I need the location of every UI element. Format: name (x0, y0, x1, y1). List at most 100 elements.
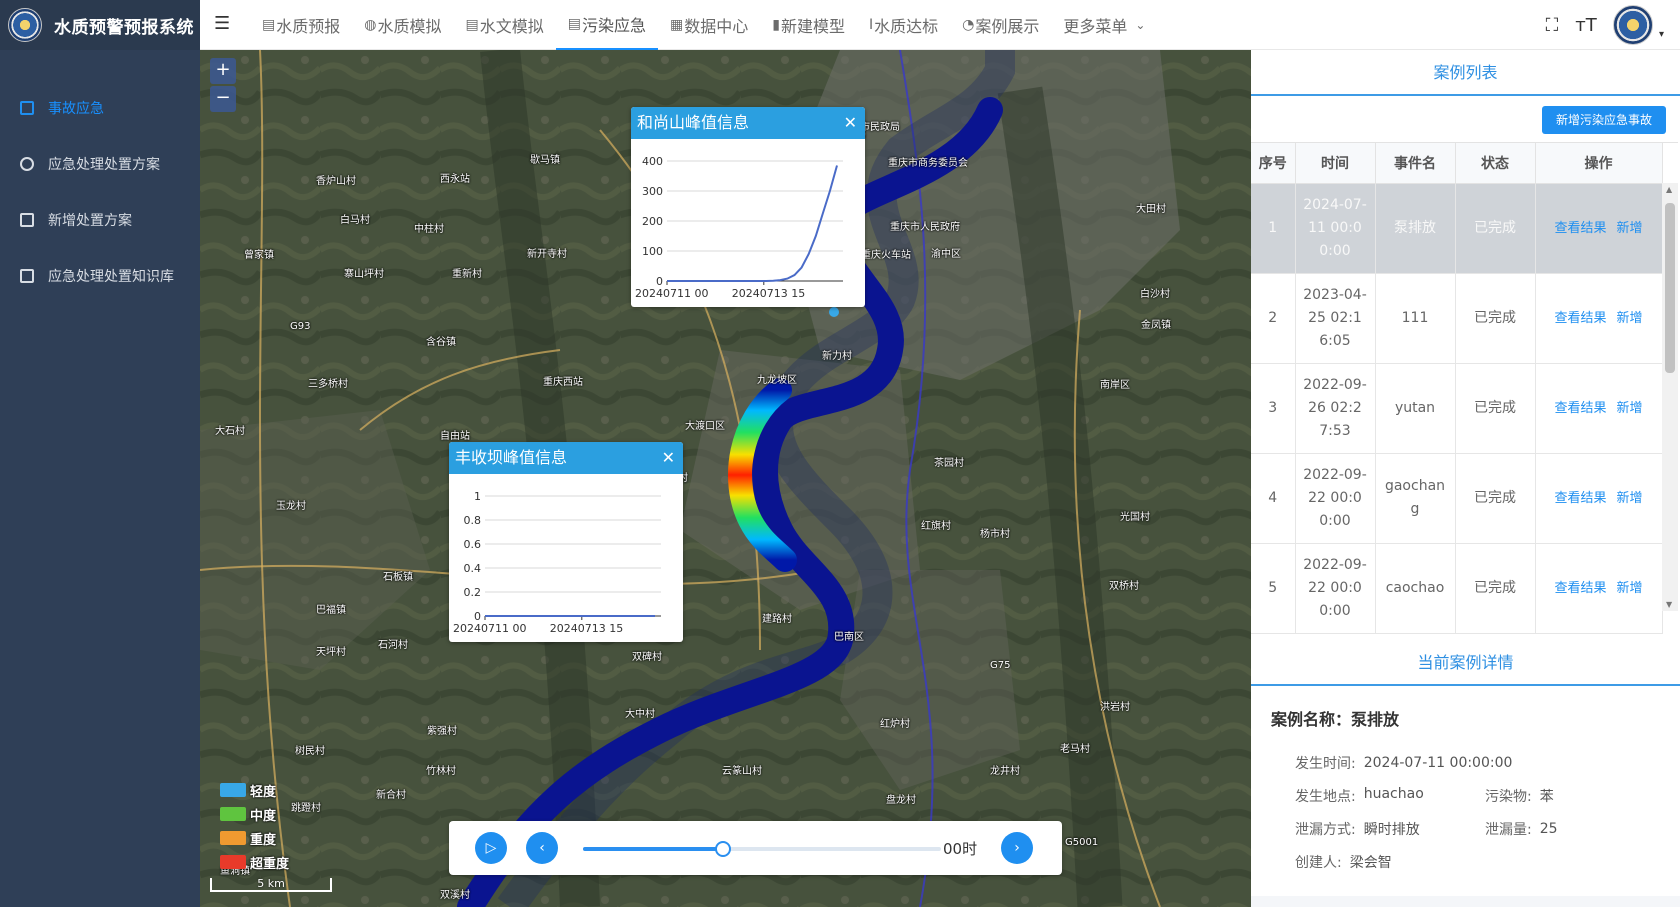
severity-legend: 轻度 中度 重度 超重度 (220, 778, 289, 874)
case-list-section: 案例列表 新增污染应急事故 序号 时间 事件名 状态 操作 1 2024-07-11 00… (1251, 50, 1680, 640)
letter-icon: Ⅰ (868, 17, 874, 33)
time-slider[interactable] (583, 841, 941, 857)
add-link[interactable]: 新增 (1617, 401, 1643, 416)
cell-actions: 查看结果 新增 (1535, 543, 1663, 634)
zoom-in-button[interactable]: + (210, 58, 236, 84)
popup-title: 丰收坝峰值信息 (455, 448, 568, 467)
map[interactable]: + − 双碑村重庆市规划和自然资源局重庆市民政局重庆市商务委员会重庆市人民政府渝… (200, 50, 1251, 907)
add-link[interactable]: 新增 (1617, 221, 1643, 236)
close-icon[interactable]: ✕ (662, 442, 675, 474)
map-place-label: 大石村 (215, 426, 245, 437)
map-place-label: 西永站 (440, 174, 470, 185)
app-logo (8, 8, 42, 42)
map-place-label: 大田村 (1136, 204, 1166, 215)
y-tick-label: 100 (642, 245, 663, 258)
map-place-label: 新合村 (376, 790, 406, 801)
time-slider-handle[interactable] (714, 841, 731, 857)
sidebar-item-0[interactable]: 事故应急 (0, 80, 200, 136)
right-panel: 案例列表 新增污染应急事故 序号 时间 事件名 状态 操作 1 2024-07-11 00… (1251, 50, 1680, 907)
sidebar-item-1[interactable]: 应急处理处置方案 (0, 136, 200, 192)
nav-item-8[interactable]: 更多菜单 ⌄ (1051, 0, 1157, 50)
nav-item-1[interactable]: ◍ 水质模拟 (352, 0, 453, 50)
cell-time: 2024-07-11 00:00:00 (1295, 183, 1376, 274)
column-header: 操作 (1535, 143, 1663, 184)
folder-icon: ▤ (567, 16, 581, 32)
pollutant-label: 污染物: (1485, 788, 1532, 805)
font-size-icon[interactable]: ᴛT (1571, 15, 1601, 36)
view-result-link[interactable]: 查看结果 (1554, 401, 1606, 416)
view-result-link[interactable]: 查看结果 (1554, 581, 1606, 596)
cell-no: 1 (1251, 183, 1296, 274)
add-link[interactable]: 新增 (1617, 581, 1643, 596)
table-row[interactable]: 2 2023-04-25 02:16:05 111 已完成 查看结果 新增 (1251, 273, 1663, 364)
brand: 水质预警预报系统 (0, 0, 200, 50)
map-place-label: 茶园村 (934, 458, 964, 469)
cell-no: 5 (1251, 543, 1296, 634)
menu-toggle-icon[interactable]: ☰ (214, 14, 234, 34)
view-result-link[interactable]: 查看结果 (1554, 311, 1606, 326)
map-place-label: 重新村 (452, 269, 482, 280)
map-place-label: 洪岩村 (1100, 702, 1130, 713)
nav-item-6[interactable]: Ⅰ 水质达标 (857, 0, 950, 50)
column-header: 事件名 (1375, 143, 1456, 184)
palette-icon (20, 157, 34, 171)
map-place-label: 玉龙村 (276, 501, 306, 512)
table-row[interactable]: 4 2022-09-22 00:00:00 gaochang 已完成 查看结果 新增 (1251, 453, 1663, 544)
fullscreen-icon[interactable]: ⛶ (1537, 15, 1567, 36)
nav-item-7[interactable]: ◔ 案例展示 (950, 0, 1051, 50)
prev-button[interactable]: ‹ (526, 832, 558, 864)
map-place-label: 光国村 (1120, 512, 1150, 523)
scrollbar-thumb[interactable] (1665, 203, 1675, 373)
sidebar-item-2[interactable]: 新增处置方案 (0, 192, 200, 248)
add-link[interactable]: 新增 (1617, 311, 1643, 326)
nav-item-4[interactable]: ▦ 数据中心 (658, 0, 760, 50)
map-place-label: 双碑村 (632, 652, 662, 663)
cell-status: 已完成 (1455, 183, 1536, 274)
legend-label: 中度 (250, 808, 277, 824)
occur-time-label: 发生时间: (1295, 755, 1356, 772)
y-tick-label: 0.2 (464, 586, 482, 599)
table-row[interactable]: 5 2022-09-22 00:00:00 caochao 已完成 查看结果 新增 (1251, 543, 1663, 634)
view-result-link[interactable]: 查看结果 (1554, 491, 1606, 506)
scroll-up-icon[interactable]: ▲ (1666, 185, 1672, 194)
nav-item-5[interactable]: ▮ 新建模型 (760, 0, 857, 50)
popup-header: 丰收坝峰值信息 ✕ (449, 442, 683, 474)
cell-actions: 查看结果 新增 (1535, 183, 1663, 274)
caret-down-icon[interactable]: ▾ (1659, 29, 1664, 40)
map-place-label: 三多桥村 (308, 379, 348, 390)
column-header: 状态 (1455, 143, 1536, 184)
map-place-label: 白马村 (340, 215, 370, 226)
leak-amount-value: 25 (1539, 820, 1558, 837)
book-open-icon (20, 213, 34, 227)
y-tick-label: 0.8 (464, 514, 482, 527)
close-icon[interactable]: ✕ (844, 107, 857, 139)
sidebar-item-3[interactable]: 应急处理处置知识库 (0, 248, 200, 304)
add-incident-button[interactable]: 新增污染应急事故 (1541, 106, 1666, 134)
avatar[interactable] (1612, 5, 1653, 45)
table-scrollbar[interactable]: ▲ ▼ (1662, 183, 1678, 611)
next-button[interactable]: › (1001, 832, 1033, 864)
map-place-label: 建路村 (762, 614, 792, 625)
map-place-label: 南岸区 (1100, 380, 1130, 391)
table-row[interactable]: 3 2022-09-26 02:27:53 yutan 已完成 查看结果 新增 (1251, 363, 1663, 454)
play-button[interactable]: ▷ (475, 832, 507, 864)
map-place-label: 寨山坪村 (344, 269, 384, 280)
cell-name: 111 (1375, 273, 1456, 364)
add-link[interactable]: 新增 (1617, 491, 1643, 506)
map-place-label: 重庆市商务委员会 (888, 158, 968, 169)
nav-item-label: 新建模型 (780, 17, 845, 36)
view-result-link[interactable]: 查看结果 (1554, 221, 1606, 236)
y-tick-label: 200 (642, 215, 663, 228)
case-detail-title: 当前案例详情 (1251, 640, 1680, 686)
map-place-label: 大渡口区 (685, 421, 725, 432)
nav-item-0[interactable]: ▤ 水质预报 (250, 0, 352, 50)
nav-item-3[interactable]: ▤ 污染应急 (555, 0, 658, 50)
peak-chart: 10.80.60.40.2020240711 00 20240713 15 (453, 490, 661, 635)
cell-time: 2022-09-22 00:00:00 (1295, 543, 1376, 634)
zoom-out-button[interactable]: − (210, 86, 236, 112)
scroll-down-icon[interactable]: ▼ (1666, 600, 1672, 609)
nav-item-2[interactable]: ▤ 水文模拟 (453, 0, 555, 50)
popup-header: 和尚山峰值信息 ✕ (631, 107, 865, 139)
table-row[interactable]: 1 2024-07-11 00:00:00 泵排放 已完成 查看结果 新增 (1251, 183, 1663, 274)
map-place-label: 歇马镇 (530, 155, 560, 166)
